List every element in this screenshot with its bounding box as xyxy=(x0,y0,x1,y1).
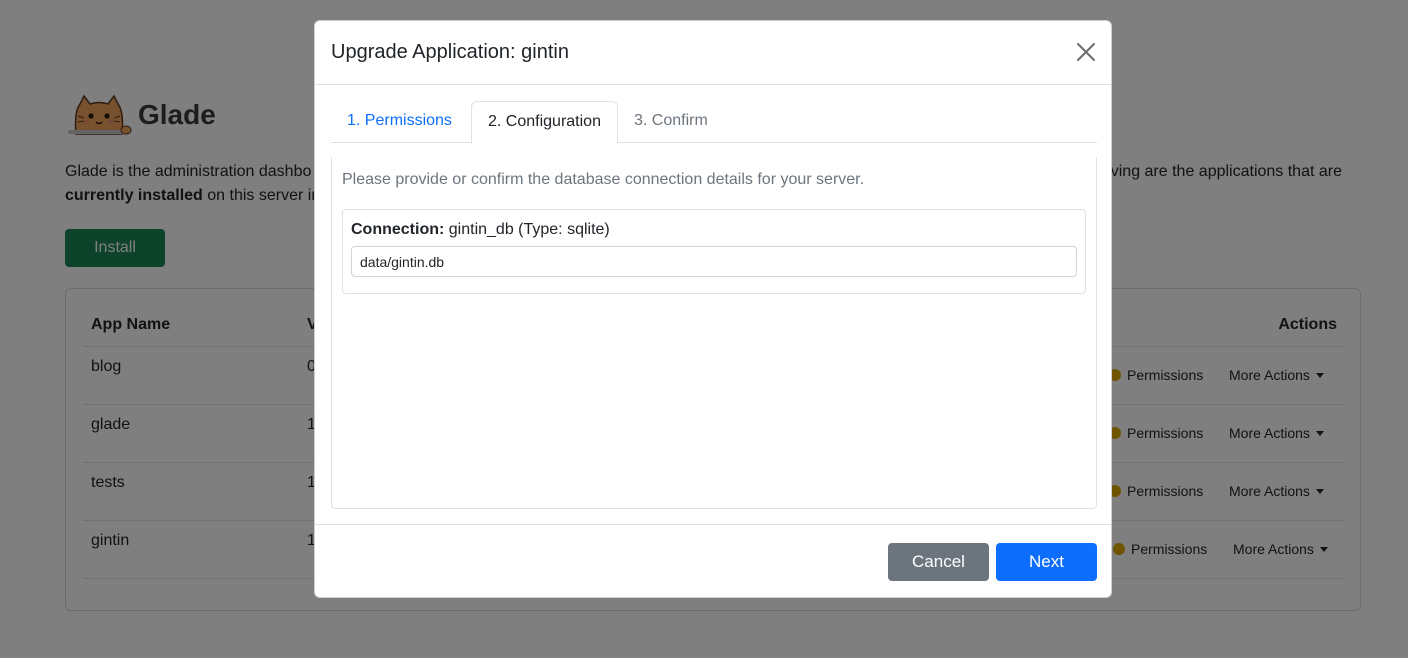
tab-confirm[interactable]: 3. Confirm xyxy=(618,101,724,143)
connection-detail: gintin_db (Type: sqlite) xyxy=(444,221,610,238)
connection-label: Connection: xyxy=(351,221,445,238)
wizard-tabs: 1. Permissions 2. Configuration 3. Confi… xyxy=(331,101,1097,144)
close-icon[interactable] xyxy=(1075,41,1097,63)
upgrade-modal: Upgrade Application: gintin 1. Permissio… xyxy=(314,20,1112,598)
tab-configuration[interactable]: 2. Configuration xyxy=(471,101,618,144)
pane-description: Please provide or confirm the database c… xyxy=(342,171,865,188)
connection-path-input[interactable] xyxy=(351,246,1077,277)
next-button[interactable]: Next xyxy=(996,543,1097,581)
cancel-button[interactable]: Cancel xyxy=(888,543,989,581)
tab-permissions[interactable]: 1. Permissions xyxy=(331,101,468,143)
app-page: Glade Glade is the administration dashbo… xyxy=(0,0,1408,658)
connection-info: Connection: gintin_db (Type: sqlite) xyxy=(351,221,610,239)
modal-title: Upgrade Application: gintin xyxy=(331,41,569,63)
modal-footer: Cancel Next xyxy=(315,524,1111,597)
modal-header: Upgrade Application: gintin xyxy=(315,21,1111,85)
connection-card: Connection: gintin_db (Type: sqlite) xyxy=(342,209,1086,294)
configuration-pane: Please provide or confirm the database c… xyxy=(331,157,1097,509)
